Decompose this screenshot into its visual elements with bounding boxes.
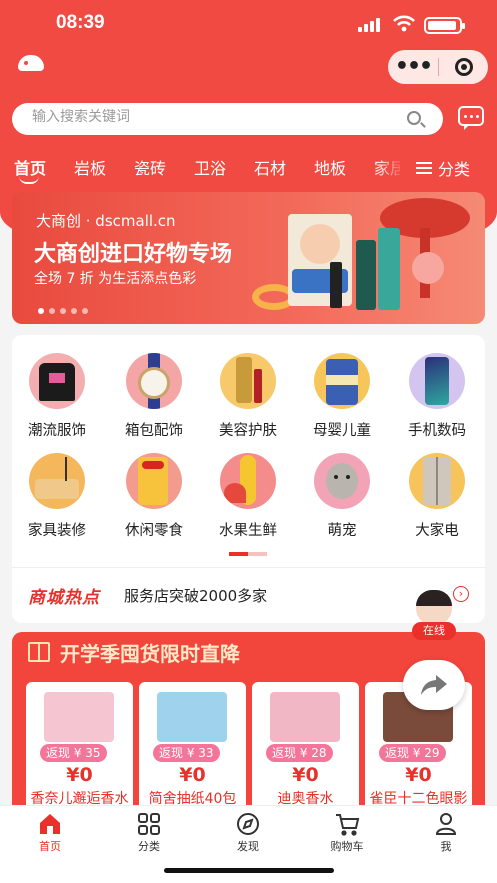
rebate-badge: 返现 ¥ 33 <box>153 744 220 762</box>
message-icon[interactable] <box>458 106 484 130</box>
category-fashion[interactable]: 潮流服饰 <box>11 353 103 440</box>
perfume-image <box>44 692 114 742</box>
close-miniapp-icon[interactable] <box>439 58 488 76</box>
lipstick-image <box>330 262 342 308</box>
banner-pagination <box>38 308 88 314</box>
tissue-image <box>157 692 227 742</box>
formula-icon <box>314 353 370 409</box>
search-bar[interactable] <box>12 103 443 135</box>
cosmetics-icon <box>220 353 276 409</box>
product-price: ¥0 <box>405 764 432 786</box>
cart-icon <box>334 812 360 836</box>
list-icon <box>416 162 432 174</box>
search-icon[interactable] <box>407 111 421 125</box>
search-input[interactable] <box>32 109 392 125</box>
koala-toy-image <box>412 252 444 284</box>
category-pets[interactable]: 萌宠 <box>296 453 388 540</box>
online-service-button[interactable]: 在线 <box>402 588 466 640</box>
home-icon <box>37 812 63 836</box>
signal-icon <box>358 18 380 32</box>
mall-hot-logo: 商城热点 <box>28 588 100 608</box>
online-label: 在线 <box>412 622 456 640</box>
tabbar-home[interactable]: 首页 <box>20 812 80 854</box>
sofa-icon <box>29 453 85 509</box>
compass-icon <box>235 812 261 836</box>
product-card[interactable]: 返现 ¥ 35 ¥0 香奈儿邂逅香水 <box>26 682 133 807</box>
more-icon[interactable]: ••• <box>388 56 438 78</box>
toner-bottle-image <box>378 228 400 310</box>
tabbar-category[interactable]: 分类 <box>119 812 179 854</box>
perfume-image <box>270 692 340 742</box>
product-price: ¥0 <box>66 764 93 786</box>
battery-icon <box>424 17 465 34</box>
promo-section: 开学季囤货限时直降 返现 ¥ 35 ¥0 香奈儿邂逅香水 返现 ¥ 33 ¥0 … <box>12 632 485 807</box>
tshirt-icon <box>29 353 85 409</box>
corn-icon <box>220 453 276 509</box>
category-page-indicator <box>229 552 267 556</box>
banner-brand: 大商创 · dscmall.cn <box>36 212 176 230</box>
tabbar-me[interactable]: 我 <box>416 812 476 854</box>
category-furniture[interactable]: 家具装修 <box>11 453 103 540</box>
product-card[interactable]: 返现 ¥ 33 ¥0 简舍抽纸40包 <box>139 682 246 807</box>
snack-icon <box>126 453 182 509</box>
watch-icon <box>126 353 182 409</box>
app-logo-icon <box>18 55 44 71</box>
rebate-badge: 返现 ¥ 29 <box>379 744 446 762</box>
promo-banner[interactable]: 大商创 · dscmall.cn 大商创进口好物专场 全场 7 折 为生活添点色… <box>12 192 485 324</box>
category-snacks[interactable]: 休闲零食 <box>108 453 200 540</box>
banner-title: 大商创进口好物专场 <box>34 242 233 267</box>
banner-subtitle: 全场 7 折 为生活添点色彩 <box>34 271 197 287</box>
cat-icon <box>314 453 370 509</box>
category-beauty[interactable]: 美容护肤 <box>202 353 294 440</box>
top-tabs: 首页 岩板 瓷砖 卫浴 石材 地板 家居 <box>0 155 400 183</box>
status-time: 08:39 <box>56 12 105 33</box>
product-price: ¥0 <box>292 764 319 786</box>
category-digital[interactable]: 手机数码 <box>391 353 483 440</box>
grid-icon <box>136 812 162 836</box>
tab-stone[interactable]: 石材 <box>254 155 286 179</box>
promo-title: 开学季囤货限时直降 <box>60 642 240 666</box>
tab-floor[interactable]: 地板 <box>314 155 346 179</box>
product-price: ¥0 <box>179 764 206 786</box>
tabbar-cart[interactable]: 购物车 <box>317 812 377 854</box>
diaper-pack-image <box>288 214 352 306</box>
tab-tile[interactable]: 瓷砖 <box>134 155 166 179</box>
phone-icon <box>409 353 465 409</box>
fridge-icon <box>409 453 465 509</box>
tab-slab[interactable]: 岩板 <box>74 155 106 179</box>
category-button[interactable]: 分类 <box>416 156 470 180</box>
user-icon <box>433 812 459 836</box>
category-appliances[interactable]: 大家电 <box>391 453 483 540</box>
tabbar-discover[interactable]: 发现 <box>218 812 278 854</box>
category-baby[interactable]: 母婴儿童 <box>296 353 388 440</box>
home-indicator <box>164 868 334 873</box>
category-bags[interactable]: 箱包配饰 <box>108 353 200 440</box>
wifi-icon <box>393 15 415 32</box>
status-bar: 08:39 <box>0 10 497 40</box>
rebate-badge: 返现 ¥ 28 <box>266 744 333 762</box>
tab-bath[interactable]: 卫浴 <box>194 155 226 179</box>
product-card[interactable]: 返现 ¥ 28 ¥0 迪奥香水 <box>252 682 359 807</box>
gift-icon <box>28 642 50 662</box>
share-icon <box>421 675 447 695</box>
share-button[interactable] <box>403 660 465 710</box>
rebate-badge: 返现 ¥ 35 <box>40 744 107 762</box>
category-fruit[interactable]: 水果生鲜 <box>202 453 294 540</box>
miniapp-capsule: ••• <box>388 50 488 84</box>
hot-news-text[interactable]: 服务店突破2000多家 <box>124 585 267 606</box>
serum-bottle-image <box>356 240 376 310</box>
